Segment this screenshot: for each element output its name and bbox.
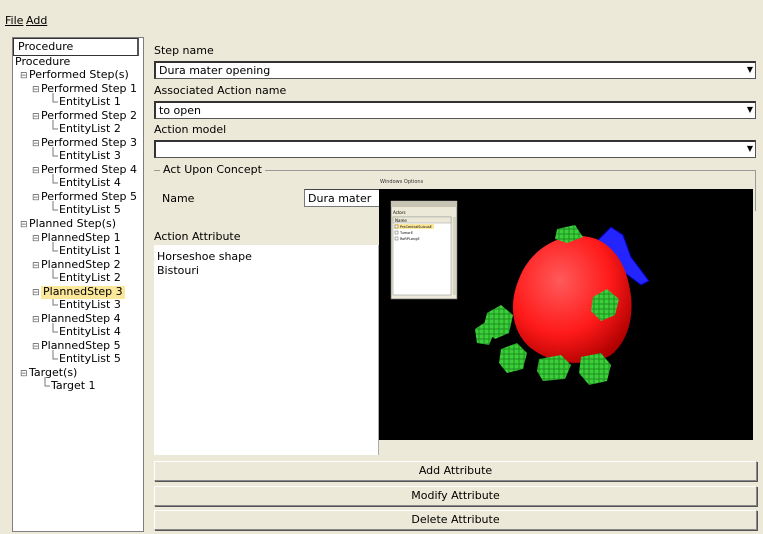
procedure-tree[interactable]: Procedure ⊟ ⊟ ⊟ ⊟ ⊟ ⊟ ⊟ ⊟ ⊟ ⊟ ⊟ ⊟ ⊟ Procedure Perform… — [12, 37, 144, 532]
action-attribute-label: Action Attribute — [154, 230, 241, 243]
expand-toggle-icon: ⊟ — [32, 261, 40, 271]
add-attribute-button[interactable]: Add Attribute — [154, 461, 757, 481]
tree-node[interactable]: EntityList 4 — [59, 177, 121, 190]
expand-toggle-icon: ⊟ — [32, 166, 40, 176]
delete-attribute-button[interactable]: Delete Attribute — [154, 510, 757, 530]
mini-item: RoRPLangE — [400, 237, 420, 241]
tree-node[interactable]: EntityList 5 — [59, 204, 121, 217]
tree-node[interactable]: EntityList 2 — [59, 272, 121, 285]
tree-node[interactable]: Performed Step(s) — [29, 69, 129, 82]
actors-mini-panel: Actors Name PreCentralSulcusE TumorE RoR… — [390, 200, 458, 300]
expand-toggle-icon: ⊟ — [20, 220, 28, 230]
list-item[interactable]: Bistouri — [157, 264, 199, 277]
tree-node[interactable]: EntityList 1 — [59, 96, 121, 109]
expand-toggle-icon: ⊟ — [32, 193, 40, 203]
dropdown-arrow-icon[interactable]: ▼ — [747, 105, 753, 114]
dropdown-arrow-icon[interactable]: ▼ — [747, 65, 753, 74]
tree-node[interactable]: EntityList 2 — [59, 123, 121, 136]
viewer-menu-caption[interactable]: Windows Options — [380, 179, 423, 185]
tree-node[interactable]: EntityList 3 — [59, 299, 121, 312]
action-name-combo[interactable]: to open ▼ — [154, 101, 756, 119]
step-name-combo[interactable]: Dura mater opening ▼ — [154, 61, 756, 79]
action-model-label: Action model — [154, 123, 227, 136]
act-upon-concept-title: Act Upon Concept — [160, 163, 265, 176]
mini-item: TumorE — [399, 231, 413, 235]
mini-item: PreCentralSulcusE — [400, 225, 432, 229]
concept-name-label: Name — [162, 192, 195, 205]
tree-node[interactable]: EntityList 4 — [59, 326, 121, 339]
expand-toggle-icon: ⊟ — [20, 369, 28, 379]
3d-viewer[interactable]: Actors Name PreCentralSulcusE TumorE RoR… — [379, 189, 753, 440]
menu-file[interactable]: File — [5, 14, 23, 27]
concept-name-value: Dura mater — [308, 192, 372, 205]
3d-scene: Actors Name PreCentralSulcusE TumorE RoR… — [390, 200, 650, 385]
tree-node[interactable]: EntityList 5 — [59, 353, 121, 366]
mini-panel-title: Actors — [393, 210, 406, 215]
menu-bar: File Add — [0, 0, 763, 34]
expand-toggle-icon: ⊟ — [32, 342, 40, 352]
modify-attribute-button[interactable]: Modify Attribute — [154, 486, 757, 506]
tree-node[interactable]: EntityList 3 — [59, 150, 121, 163]
expand-toggle-icon: ⊟ — [20, 71, 28, 81]
tree-node[interactable]: Target 1 — [51, 380, 96, 393]
action-model-combo[interactable]: ▼ — [154, 140, 756, 158]
menu-add[interactable]: Add — [26, 14, 47, 27]
action-name-label: Associated Action name — [154, 84, 287, 97]
expand-toggle-icon: ⊟ — [32, 315, 40, 325]
action-name-value: to open — [159, 104, 201, 117]
dropdown-arrow-icon[interactable]: ▼ — [747, 144, 753, 153]
mini-panel-header: Name — [395, 218, 407, 223]
expand-toggle-icon: ⊟ — [32, 112, 40, 122]
attribute-list[interactable]: Horseshoe shape Bistouri — [154, 245, 379, 455]
tree-node[interactable]: Planned Step(s) — [29, 218, 116, 231]
expand-toggle-icon: ⊟ — [32, 234, 40, 244]
expand-toggle-icon: ⊟ — [32, 139, 40, 149]
step-name-label: Step name — [154, 44, 214, 57]
list-item[interactable]: Horseshoe shape — [157, 250, 252, 263]
expand-toggle-icon: ⊟ — [32, 85, 40, 95]
tree-node[interactable]: EntityList 1 — [59, 245, 121, 258]
concept-name-input[interactable]: Dura mater — [304, 189, 380, 207]
expand-toggle-icon: ⊟ — [32, 288, 40, 298]
step-name-value: Dura mater opening — [159, 64, 271, 77]
